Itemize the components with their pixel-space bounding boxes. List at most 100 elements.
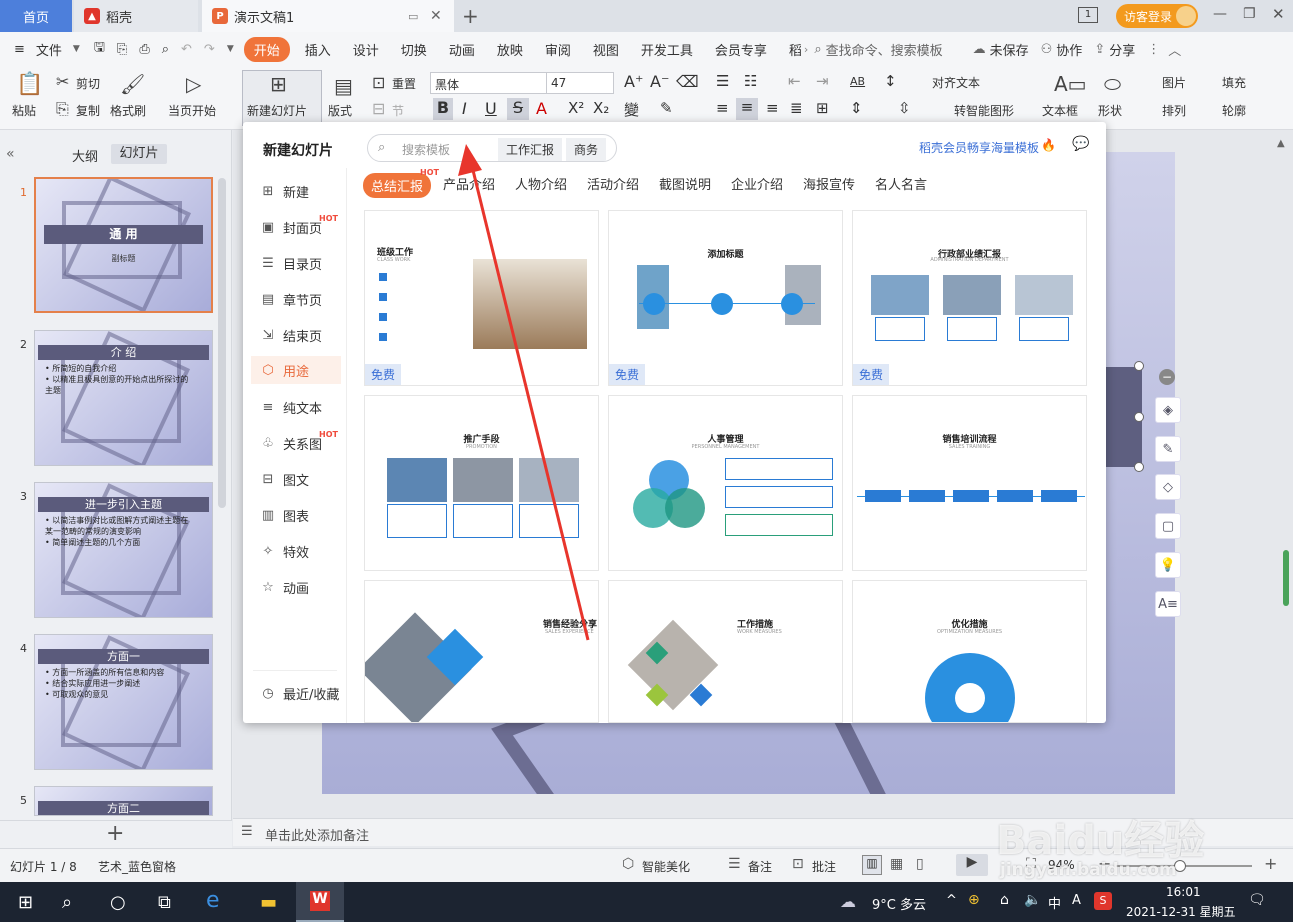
tray-up-icon[interactable]: ^ bbox=[946, 893, 957, 908]
align-center-icon[interactable]: ≡ bbox=[736, 98, 758, 120]
ime-icon[interactable]: 中 bbox=[1048, 893, 1061, 912]
reset-button[interactable]: 重置 bbox=[392, 75, 416, 92]
category-people[interactable]: 人物介绍 bbox=[515, 174, 567, 193]
normal-view-icon[interactable]: ▥ bbox=[862, 855, 882, 875]
visitor-login-button[interactable]: 访客登录 bbox=[1116, 4, 1198, 28]
resize-handle[interactable] bbox=[1134, 361, 1144, 371]
distribute-icon[interactable]: ⊞ bbox=[816, 99, 829, 117]
align-text-button[interactable]: 对齐文本 bbox=[932, 74, 980, 91]
text-direction-icon[interactable]: AB bbox=[850, 75, 865, 88]
tab-home[interactable]: 首页 bbox=[0, 0, 72, 32]
menu-review[interactable]: 审阅 bbox=[534, 40, 582, 59]
share-button[interactable]: 分享 bbox=[1109, 40, 1135, 59]
restore-icon[interactable]: ❐ bbox=[1243, 6, 1256, 22]
new-tab-icon[interactable]: + bbox=[462, 4, 479, 28]
align-left-icon[interactable]: ≡ bbox=[716, 99, 729, 117]
menu-file[interactable]: 文件 bbox=[36, 40, 73, 59]
template-card[interactable]: 优化措施 OPTIMIZATION MEASURES bbox=[852, 580, 1087, 723]
add-slide-icon[interactable]: + bbox=[106, 821, 124, 846]
template-card[interactable]: 工作措施 WORK MEASURES bbox=[608, 580, 843, 723]
nav-chapter[interactable]: ▤ 章节页 bbox=[259, 286, 341, 312]
font-name-select[interactable]: 黑体 bbox=[430, 72, 548, 94]
clock-time[interactable]: 16:01 bbox=[1166, 885, 1201, 899]
lightbulb-icon[interactable]: 💡 bbox=[1155, 552, 1181, 578]
pen-icon[interactable]: ✎ bbox=[1155, 436, 1181, 462]
slide-thumbnail-3[interactable]: 进一步引入主题 • 以简洁事例对比或图解方式阐述主题在某一范畴的常规的演变影响 … bbox=[34, 482, 213, 618]
italic-icon[interactable]: I bbox=[462, 99, 467, 118]
search-icon[interactable]: ⌕ bbox=[62, 892, 72, 913]
nav-end[interactable]: ⇲ 结束页 bbox=[259, 322, 341, 348]
menu-animation[interactable]: 动画 bbox=[438, 40, 486, 59]
decrease-indent-icon[interactable]: ⇤ bbox=[788, 72, 801, 90]
remove-icon[interactable]: − bbox=[1159, 369, 1175, 385]
search-tag-business[interactable]: 商务 bbox=[566, 138, 607, 161]
cortana-icon[interactable]: ○ bbox=[110, 892, 126, 913]
highlight-icon[interactable]: ✎ bbox=[660, 99, 673, 117]
chevron-right-icon[interactable]: › bbox=[804, 43, 808, 56]
monitor-icon[interactable]: ▭ bbox=[408, 10, 418, 23]
nav-imagetext[interactable]: ⊟ 图文 bbox=[259, 466, 341, 492]
nav-toc[interactable]: ☰ 目录页 bbox=[259, 250, 341, 276]
nav-effects[interactable]: ✧ 特效 bbox=[259, 538, 341, 564]
category-event[interactable]: 活动介绍 bbox=[587, 174, 639, 193]
command-search[interactable]: 查找命令、搜索模板 bbox=[826, 40, 943, 59]
nav-relation[interactable]: ♧ 关系图 HOT bbox=[259, 430, 341, 456]
canvas-scrollbar[interactable] bbox=[1283, 550, 1289, 606]
clock-date[interactable]: 2021-12-31 星期五 bbox=[1126, 903, 1236, 920]
close-window-icon[interactable]: ✕ bbox=[1272, 5, 1285, 23]
zoom-in-icon[interactable]: + bbox=[1264, 854, 1277, 873]
fill-button[interactable]: 填充 bbox=[1222, 74, 1246, 91]
para-spacing-icon[interactable]: ⇕ bbox=[850, 99, 863, 117]
from-current-button[interactable]: 当页开始 bbox=[168, 102, 216, 119]
line-spacing-icon[interactable]: ↕ bbox=[884, 72, 897, 90]
fill-bucket-icon[interactable]: ◇ bbox=[1155, 474, 1181, 500]
menu-developer[interactable]: 开发工具 bbox=[630, 40, 704, 59]
layout-button[interactable]: 版式 bbox=[328, 102, 352, 119]
edge-icon[interactable]: e bbox=[206, 888, 220, 913]
slide-thumbnail-5[interactable]: 方面二 bbox=[34, 786, 213, 816]
strikethrough-icon[interactable]: S bbox=[507, 98, 529, 120]
comments-button[interactable]: 批注 bbox=[812, 858, 836, 875]
template-card[interactable]: 推广手段 PROMOTION bbox=[364, 395, 599, 571]
volume-icon[interactable]: 🔈 bbox=[1024, 892, 1041, 908]
increase-indent-icon[interactable]: ⇥ bbox=[816, 72, 829, 90]
play-slideshow-icon[interactable]: ▶ bbox=[956, 854, 988, 876]
nav-recent[interactable]: ◷ 最近/收藏 bbox=[259, 680, 341, 706]
slide-thumbnail-1[interactable]: 通 用 副标题 bbox=[34, 177, 213, 313]
bullets-icon[interactable]: ☰ bbox=[716, 72, 729, 90]
nav-cover[interactable]: ▣ 封面页 HOT bbox=[259, 214, 341, 240]
hamburger-icon[interactable]: ≡ bbox=[0, 42, 36, 57]
format-painter-button[interactable]: 格式刷 bbox=[110, 102, 146, 119]
menu-view[interactable]: 视图 bbox=[582, 40, 630, 59]
minimize-icon[interactable]: — bbox=[1213, 6, 1227, 22]
shrink-font-icon[interactable]: A⁻ bbox=[650, 72, 669, 91]
resize-handle[interactable] bbox=[1134, 412, 1144, 422]
more-icon[interactable]: ⋮ bbox=[1147, 42, 1160, 57]
export-icon[interactable]: ⎘ bbox=[111, 42, 133, 57]
menu-transition[interactable]: 切换 bbox=[390, 40, 438, 59]
underline-icon[interactable]: U bbox=[485, 99, 497, 118]
tab-slides[interactable]: 幻灯片 bbox=[111, 144, 167, 164]
wps-tray-icon[interactable]: S bbox=[1094, 892, 1112, 910]
reading-view-icon[interactable]: ▯ bbox=[916, 856, 924, 872]
panel-scrollbar[interactable] bbox=[218, 178, 226, 508]
bold-icon[interactable]: B bbox=[433, 98, 453, 120]
collapse-panel-icon[interactable]: « bbox=[6, 146, 15, 162]
save-icon[interactable]: 🖫 bbox=[88, 38, 111, 60]
nav-usage[interactable]: ⬡ 用途 bbox=[251, 356, 341, 384]
menu-insert[interactable]: 插入 bbox=[294, 40, 342, 59]
arrange-button[interactable]: 排列 bbox=[1162, 102, 1186, 119]
collab-button[interactable]: 协作 bbox=[1056, 40, 1082, 59]
print-icon[interactable]: ⎙ bbox=[133, 42, 155, 57]
category-quotes[interactable]: 名人名言 bbox=[875, 174, 927, 193]
paste-button[interactable]: 粘贴 bbox=[12, 102, 36, 119]
menu-daoke[interactable]: 稻 bbox=[778, 40, 804, 59]
copy-button[interactable]: 复制 bbox=[76, 102, 100, 119]
category-poster[interactable]: 海报宣传 bbox=[803, 174, 855, 193]
category-product[interactable]: 产品介绍 bbox=[443, 174, 495, 193]
notes-button[interactable]: 备注 bbox=[748, 858, 772, 875]
grid-view-icon[interactable]: ▦ bbox=[890, 856, 903, 872]
shape-button[interactable]: 形状 bbox=[1098, 102, 1122, 119]
resize-handle[interactable] bbox=[1134, 462, 1144, 472]
feedback-icon[interactable]: 💬 bbox=[1072, 136, 1089, 152]
